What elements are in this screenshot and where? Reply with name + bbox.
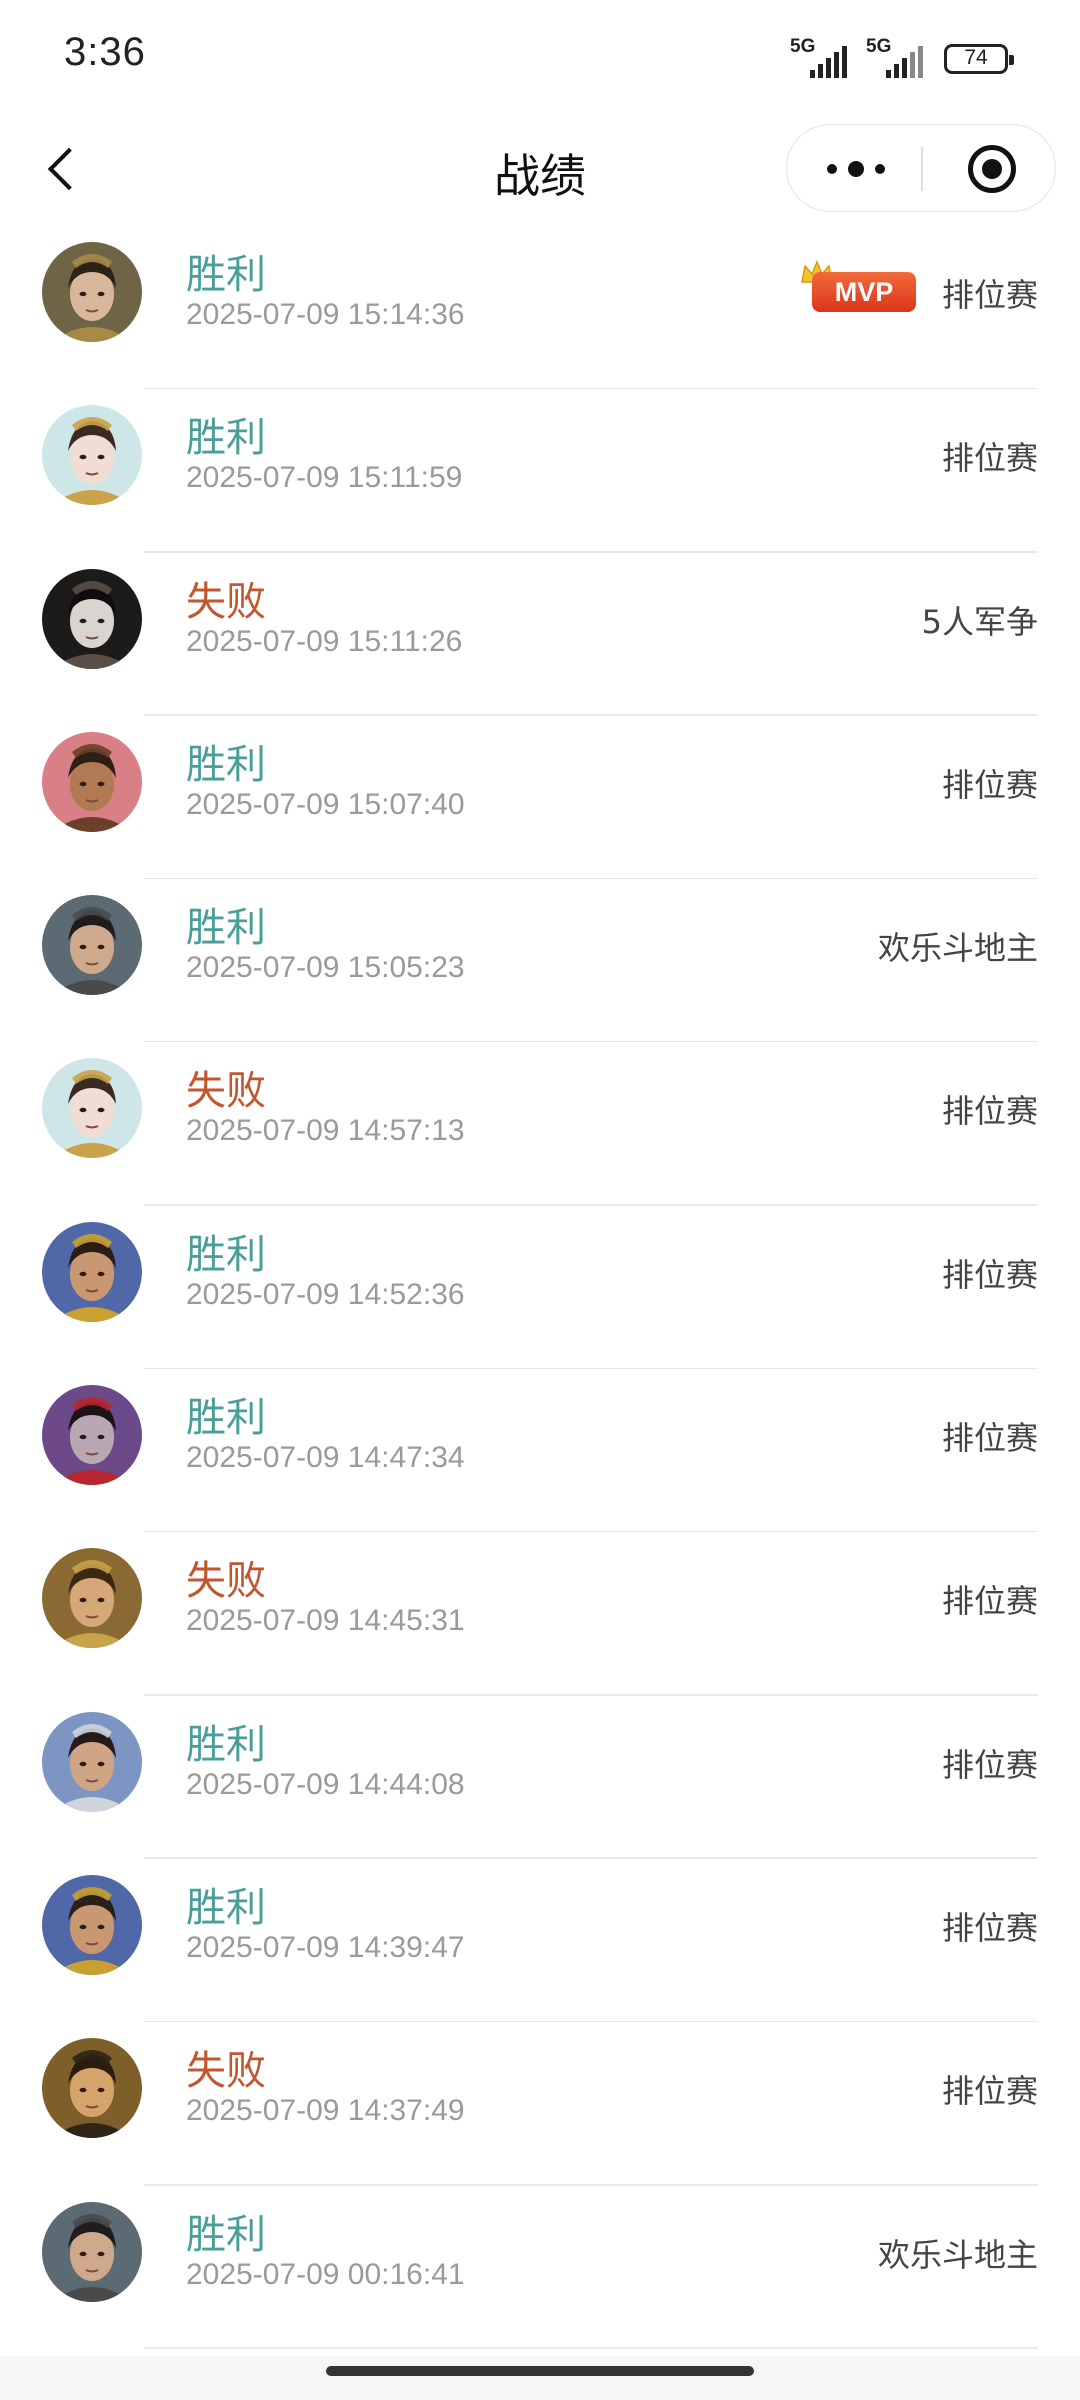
record-row[interactable]: 失败 2025-07-09 14:57:13 排位赛 <box>0 1042 1080 1206</box>
record-time: 2025-07-09 14:47:34 <box>186 1441 465 1475</box>
record-time: 2025-07-09 15:11:26 <box>186 624 463 658</box>
record-result: 胜利 <box>186 741 266 788</box>
record-time: 2025-07-09 14:39:47 <box>186 1930 465 1964</box>
record-time: 2025-07-09 00:16:41 <box>186 2257 465 2291</box>
hero-avatar <box>42 1548 142 1649</box>
record-mode: 排位赛 <box>941 1582 1038 1621</box>
record-result: 失败 <box>186 1558 266 1605</box>
record-result: 胜利 <box>186 1884 266 1931</box>
record-time: 2025-07-09 14:57:13 <box>186 1114 465 1148</box>
record-result: 胜利 <box>186 1231 266 1278</box>
record-result: 胜利 <box>186 252 266 298</box>
capsule-divider <box>921 147 923 191</box>
record-row[interactable]: 胜利 2025-07-09 14:39:47 排位赛 <box>0 1859 1080 2023</box>
record-time: 2025-07-09 15:05:23 <box>186 951 465 985</box>
bottom-safe-area <box>0 2356 1080 2400</box>
record-mode: 欢乐斗地主 <box>877 929 1038 968</box>
nav-bar: 战绩 <box>0 118 1080 218</box>
record-mode: 排位赛 <box>941 2072 1038 2111</box>
record-mode: 5人军争 <box>921 602 1038 641</box>
record-time: 2025-07-09 15:11:59 <box>186 461 463 495</box>
record-row[interactable]: 胜利 2025-07-09 14:52:36 排位赛 <box>0 1206 1080 1370</box>
mini-program-capsule <box>786 124 1056 212</box>
record-mode: 排位赛 <box>941 765 1038 804</box>
record-result: 胜利 <box>186 1721 266 1768</box>
record-result: 胜利 <box>186 1395 266 1442</box>
record-time: 2025-07-09 14:52:36 <box>186 1277 465 1311</box>
hero-avatar <box>42 895 142 996</box>
hero-avatar <box>42 568 142 669</box>
home-indicator[interactable] <box>326 2366 754 2376</box>
record-result: 胜利 <box>186 2211 266 2258</box>
record-mode: 排位赛 <box>941 276 1038 314</box>
mvp-label: MVP <box>812 272 916 312</box>
record-mode: 排位赛 <box>941 1745 1038 1784</box>
record-mode: 排位赛 <box>941 1255 1038 1294</box>
status-bar: 3:36 5G 5G 74 <box>0 0 1080 118</box>
hero-avatar <box>42 1058 142 1159</box>
row-divider <box>144 2347 1038 2349</box>
record-result: 失败 <box>186 2048 266 2095</box>
hero-avatar <box>42 731 142 832</box>
more-options-icon[interactable] <box>827 161 887 177</box>
record-row[interactable]: 胜利 2025-07-09 15:11:59 排位赛 <box>0 389 1080 553</box>
hero-avatar <box>42 405 142 506</box>
record-mode: 排位赛 <box>941 1908 1038 1947</box>
record-row[interactable]: 失败 2025-07-09 14:37:49 排位赛 <box>0 2022 1080 2186</box>
record-result: 胜利 <box>186 415 266 462</box>
close-mini-program-icon[interactable] <box>968 145 1016 193</box>
record-time: 2025-07-09 15:07:40 <box>186 787 465 821</box>
record-mode: 排位赛 <box>941 439 1038 478</box>
hero-avatar <box>42 2038 142 2139</box>
record-time: 2025-07-09 15:14:36 <box>186 298 465 331</box>
record-mode: 欢乐斗地主 <box>877 2235 1038 2274</box>
hero-avatar <box>42 1711 142 1812</box>
record-row[interactable]: 失败 2025-07-09 14:45:31 排位赛 <box>0 1532 1080 1696</box>
record-time: 2025-07-09 14:37:49 <box>186 2094 465 2128</box>
record-result: 失败 <box>186 578 266 625</box>
record-list: 胜利 2025-07-09 15:14:36 MVP 排位赛 胜利 2025-07-09 … <box>0 226 1080 2349</box>
hero-avatar <box>42 1221 142 1322</box>
hero-avatar <box>42 1385 142 1486</box>
record-row[interactable]: 胜利 2025-07-09 14:47:34 排位赛 <box>0 1369 1080 1533</box>
record-row[interactable]: 胜利 2025-07-09 15:05:23 欢乐斗地主 <box>0 879 1080 1043</box>
hero-avatar <box>42 1874 142 1975</box>
record-mode: 排位赛 <box>941 1092 1038 1131</box>
record-time: 2025-07-09 14:45:31 <box>186 1604 465 1638</box>
record-time: 2025-07-09 14:44:08 <box>186 1767 465 1801</box>
battery-level: 74 <box>964 46 988 69</box>
hero-avatar <box>42 242 142 342</box>
record-row[interactable]: 胜利 2025-07-09 15:14:36 MVP 排位赛 <box>0 226 1080 390</box>
record-row[interactable]: 胜利 2025-07-09 14:44:08 排位赛 <box>0 1696 1080 1859</box>
hero-avatar <box>42 2201 142 2302</box>
record-mode: 排位赛 <box>941 1419 1038 1458</box>
record-result: 胜利 <box>186 905 266 952</box>
mvp-badge: MVP <box>800 260 918 312</box>
signal-2-icon: 5G <box>866 36 936 78</box>
record-row[interactable]: 胜利 2025-07-09 15:07:40 排位赛 <box>0 716 1080 880</box>
status-time: 3:36 <box>64 30 146 74</box>
record-result: 失败 <box>186 1068 266 1115</box>
record-row[interactable]: 胜利 2025-07-09 00:16:41 欢乐斗地主 <box>0 2186 1080 2349</box>
battle-records-screen: 3:36 5G 5G 74 战绩 胜利 2025-07-09 15:14:36 MV… <box>0 0 1080 2400</box>
signal-1-icon: 5G <box>790 36 860 78</box>
battery-icon: 74 <box>944 44 1014 74</box>
record-row[interactable]: 失败 2025-07-09 15:11:26 5人军争 <box>0 553 1080 716</box>
